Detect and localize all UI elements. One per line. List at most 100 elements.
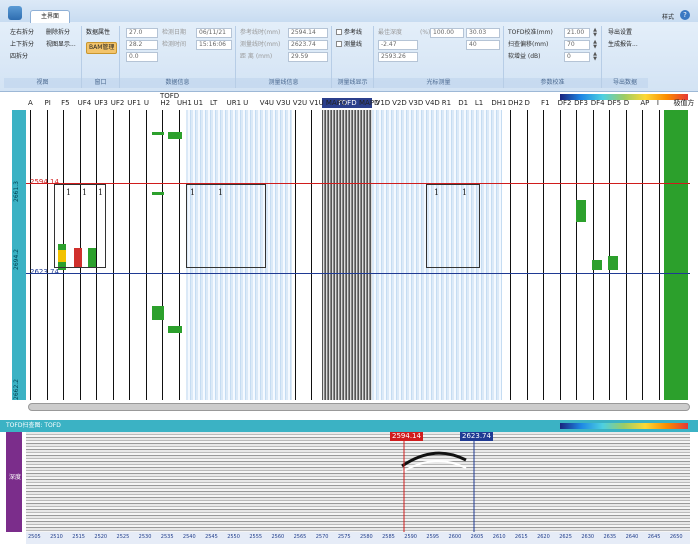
column-header[interactable]: DF4 <box>591 98 605 108</box>
tofd-calib-field[interactable]: 21.00 <box>564 28 590 38</box>
meas-line-checkbox[interactable]: 测量线 <box>336 40 362 50</box>
measure-info-label: 测量线信息 <box>236 78 331 88</box>
split-tb-button[interactable]: 上下拆分 <box>10 40 34 50</box>
column-header[interactable]: H2 <box>160 98 170 108</box>
column-header[interactable]: U <box>243 98 248 108</box>
measure-info-group: 参考线时(mm) 2594.14 测量线时(mm) 2623.74 距 离 (m… <box>236 26 332 88</box>
column-header[interactable]: LT <box>210 98 217 108</box>
column-header[interactable]: L1 <box>475 98 483 108</box>
column-header[interactable]: UF3 <box>94 98 108 108</box>
column-header[interactable]: DF5 <box>607 98 621 108</box>
column-header[interactable]: A <box>28 98 33 108</box>
column-header[interactable]: DH2 <box>508 98 523 108</box>
data-field-3[interactable]: 0.0 <box>126 52 158 62</box>
column-header[interactable]: V1D <box>376 98 391 108</box>
split-lr-button[interactable]: 左右拆分 <box>10 28 34 38</box>
scan-offset-field[interactable]: 70 <box>564 40 590 50</box>
column-header[interactable]: V1U <box>309 98 323 108</box>
column-header[interactable]: UF2 <box>111 98 125 108</box>
data-field-1[interactable]: 27.0 <box>126 28 158 38</box>
column-header[interactable]: UR1 <box>227 98 241 108</box>
column-header[interactable]: U1 <box>194 98 204 108</box>
indication-mark[interactable] <box>152 306 164 320</box>
column-header[interactable]: F1 <box>541 98 549 108</box>
meas-field[interactable]: 2623.74 <box>288 40 328 50</box>
column-header[interactable]: F5 <box>61 98 69 108</box>
column-header[interactable]: PI <box>45 98 51 108</box>
cursor-field-3[interactable]: 40 <box>466 40 500 50</box>
measure-value: 2623.74 <box>30 268 59 276</box>
remove-split-button[interactable]: 删除拆分 <box>46 28 70 38</box>
tab-main[interactable]: 主界面 <box>30 10 70 23</box>
generate-report-button[interactable]: 生成报告... <box>608 40 638 50</box>
export-settings-button[interactable]: 导出设置 <box>608 28 632 38</box>
help-icon[interactable]: ? <box>680 10 690 20</box>
date-field[interactable]: 06/11/21 <box>196 28 232 38</box>
style-menu[interactable]: 样式 <box>662 12 674 21</box>
defect-box[interactable] <box>186 184 266 268</box>
scan-spinner[interactable]: ▲ ▼ <box>592 40 598 50</box>
column-header[interactable]: V2U <box>293 98 307 108</box>
column-header[interactable]: DF2 <box>558 98 572 108</box>
column-header[interactable]: DH1 <box>491 98 506 108</box>
depth-ruler[interactable]: 2661.3 2694.2 2662.2 <box>12 110 26 400</box>
cursor-field-4[interactable]: 2593.26 <box>378 52 418 62</box>
column-header[interactable]: DF3 <box>574 98 588 108</box>
column-header[interactable]: V3U <box>276 98 290 108</box>
cursor-field-1[interactable]: 30.03 <box>466 28 500 38</box>
measure-line[interactable] <box>26 273 690 274</box>
column-header[interactable]: UF4 <box>78 98 92 108</box>
indication-mark[interactable] <box>608 256 618 270</box>
column-header[interactable]: 极值方 <box>673 98 694 108</box>
data-field-2[interactable]: 28.2 <box>126 40 158 50</box>
quad-split-button[interactable]: 四拆分 <box>10 52 28 62</box>
tofd-scan-image[interactable] <box>26 432 690 532</box>
column-header[interactable]: UF1 <box>127 98 141 108</box>
indication-mark[interactable] <box>168 326 182 333</box>
axis-tick-label: 2570 <box>315 534 329 540</box>
column-header[interactable]: R1 <box>442 98 451 108</box>
column-header[interactable]: V4U <box>260 98 274 108</box>
column-header[interactable]: V2D <box>392 98 407 108</box>
indication-mark[interactable] <box>152 192 164 195</box>
column-header[interactable]: U <box>144 98 149 108</box>
data-props-button[interactable]: 数据属性 <box>86 28 110 38</box>
column-header[interactable]: AP <box>640 98 649 108</box>
depth-side-bar[interactable]: 深度 <box>6 432 22 532</box>
gain-spinner[interactable]: ▲ ▼ <box>592 52 598 62</box>
indication-mark[interactable] <box>592 260 602 270</box>
column-header[interactable]: UH1 <box>177 98 192 108</box>
channel-line <box>658 110 660 400</box>
cursor-field-2[interactable]: -2.47 <box>378 40 418 50</box>
channel-line <box>559 110 561 400</box>
bam-manage-button[interactable]: BAM管理 <box>86 42 118 54</box>
bscan-view[interactable]: TOFD 2661.3 2694.2 2662.2 TOFD 2594.14 2… <box>0 92 698 402</box>
indication-mark[interactable] <box>576 200 586 222</box>
column-header[interactable]: V4D <box>425 98 440 108</box>
pct-field[interactable]: 100.00 <box>430 28 464 38</box>
ribbon: 主界面 样式 ? 左右拆分 删除拆分 上下拆分 视图显示... 四拆分 视图 数… <box>0 0 698 92</box>
column-header[interactable]: D <box>624 98 629 108</box>
column-header[interactable]: D1 <box>458 98 468 108</box>
column-header[interactable]: D <box>525 98 530 108</box>
scan-axis: 2505 2510 2515 2520 2525 2530 2535 2540 2545 2550… <box>26 532 690 544</box>
measure-show-label: 测量线显示 <box>332 78 373 88</box>
ref-line-checkbox[interactable]: 参考线 <box>336 28 362 38</box>
horizontal-scrollbar[interactable] <box>28 403 690 411</box>
channel-line <box>129 110 131 400</box>
column-header[interactable]: MAPU <box>326 98 346 108</box>
time-field[interactable]: 15:16:06 <box>196 40 232 50</box>
ref-field[interactable]: 2594.14 <box>288 28 328 38</box>
reference-line[interactable] <box>26 183 690 184</box>
indication-mark[interactable] <box>152 132 164 135</box>
scan-offset-label: 扫查偏移(mm) <box>508 41 549 48</box>
column-header[interactable]: V3D <box>409 98 424 108</box>
soft-gain-field[interactable]: 0 <box>564 52 590 62</box>
app-menu-icon[interactable] <box>8 6 22 20</box>
dist-field[interactable]: 29.59 <box>288 52 328 62</box>
view-display-button[interactable]: 视图显示... <box>46 40 76 50</box>
indication-mark[interactable] <box>168 132 182 139</box>
tofd-spinner[interactable]: ▲ ▼ <box>592 28 598 38</box>
column-header[interactable]: I <box>657 98 659 108</box>
channel-line <box>526 110 528 400</box>
